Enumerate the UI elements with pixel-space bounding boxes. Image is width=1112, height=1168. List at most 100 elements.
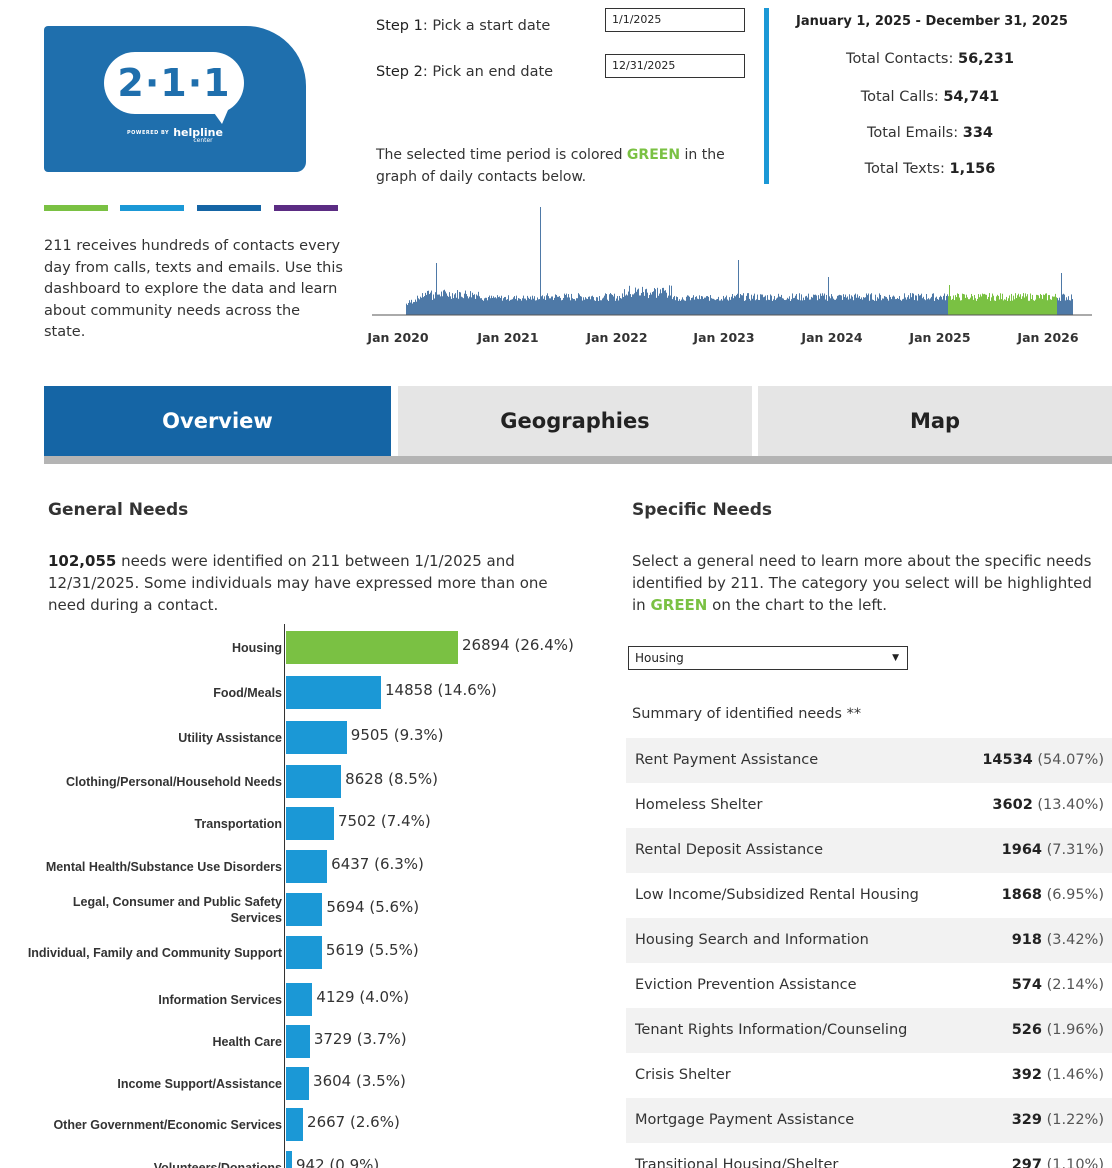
start-date-input[interactable]: 1/1/2025: [605, 8, 745, 32]
brand-color-bars: [44, 205, 340, 211]
bar-value-label: 8628 (8.5%): [345, 770, 438, 788]
general-needs-total: 102,055: [48, 552, 117, 570]
specific-need-name: Housing Search and Information: [635, 932, 869, 948]
total-texts-value: 1,156: [949, 161, 996, 177]
specific-need-count: 1964: [1001, 842, 1042, 858]
brand-bar-light-blue: [120, 205, 184, 211]
table-row[interactable]: Crisis Shelter 392 (1.46%): [626, 1053, 1112, 1098]
bar-utility-assistance[interactable]: [286, 721, 347, 754]
brand-bar-green: [44, 205, 108, 211]
general-needs-summary-text: needs were identified on 211 between 1/1…: [48, 552, 548, 614]
date-range-label: January 1, 2025 - December 31, 2025: [796, 14, 1068, 29]
specific-need-name: Homeless Shelter: [635, 797, 763, 813]
specific-need-count: 14534: [982, 752, 1033, 768]
specific-need-name: Tenant Rights Information/Counseling: [635, 1022, 908, 1038]
daily-contacts-timeline[interactable]: Jan 2020 Jan 2021 Jan 2022 Jan 2023 Jan 2024…: [367, 200, 1092, 360]
specific-need-value: 918 (3.42%): [1012, 918, 1104, 963]
logo-brand-sub: center: [193, 137, 213, 144]
bar-volunteers-donations[interactable]: [286, 1151, 293, 1168]
specific-need-percent: (7.31%): [1042, 842, 1104, 858]
table-row[interactable]: Rent Payment Assistance 14534 (54.07%): [626, 738, 1112, 783]
tab-overview[interactable]: Overview: [44, 386, 391, 456]
selected-period-note: The selected time period is colored GREE…: [376, 144, 756, 188]
specific-need-percent: (1.10%): [1042, 1157, 1104, 1168]
specific-need-value: 14534 (54.07%): [982, 738, 1104, 783]
logo-tagline: POWERED BY helpline center: [44, 126, 306, 144]
bar-category-label: Utility Assistance: [178, 730, 282, 745]
bar-clothing-personal-household-needs[interactable]: [286, 765, 342, 798]
specific-need-value: 574 (2.14%): [1012, 963, 1104, 1008]
timeline-tick-label: Jan 2024: [801, 330, 863, 345]
dashboard-tabs: Overview Geographies Map: [44, 386, 1112, 464]
bar-category-label: Mental Health/Substance Use Disorders: [45, 859, 282, 874]
tab-map[interactable]: Map: [758, 386, 1112, 456]
table-row[interactable]: Eviction Prevention Assistance 574 (2.14%…: [626, 963, 1112, 1008]
specific-need-percent: (54.07%): [1032, 752, 1104, 768]
table-row[interactable]: Homeless Shelter 3602 (13.40%): [626, 783, 1112, 828]
tab-geographies[interactable]: Geographies: [398, 386, 752, 456]
bar-value-label: 3729 (3.7%): [313, 1030, 407, 1048]
bar-other-government-economic-services[interactable]: [286, 1108, 304, 1141]
table-row[interactable]: Mortgage Payment Assistance 329 (1.22%): [626, 1098, 1112, 1143]
bar-value-label: 942 (0.9%): [296, 1156, 380, 1168]
table-row[interactable]: Tenant Rights Information/Counseling 526 …: [626, 1008, 1112, 1053]
sn-desc-post: on the chart to the left.: [707, 596, 888, 614]
bar-category-label: Legal, Consumer and Public Safety Servic…: [72, 894, 282, 925]
specific-need-name: Low Income/Subsidized Rental Housing: [635, 887, 919, 903]
specific-need-value: 3602 (13.40%): [992, 783, 1104, 828]
logo-211-bubble: 2·1·1: [104, 52, 244, 124]
logo-powered-by: POWERED BY: [127, 130, 170, 136]
bar-legal-consumer-and-public-safety-services[interactable]: [286, 893, 323, 926]
total-calls-label: Total Calls:: [860, 89, 944, 105]
bar-value-label: 5694 (5.6%): [326, 898, 420, 916]
bar-category-label: Clothing/Personal/Household Needs: [66, 774, 282, 789]
bar-category-label: Transportation: [194, 816, 282, 831]
table-row[interactable]: Transitional Housing/Shelter 297 (1.10%): [626, 1143, 1112, 1168]
bar-income-support-assistance[interactable]: [286, 1067, 310, 1100]
step-1-text: : Pick a start date: [422, 18, 551, 34]
total-contacts-label: Total Contacts:: [846, 51, 958, 67]
bar-value-label: 9505 (9.3%): [350, 726, 444, 744]
bar-category-label: Income Support/Assistance: [117, 1076, 282, 1091]
daily-contacts-sparkline[interactable]: [372, 200, 1092, 325]
specific-need-count: 526: [1011, 1022, 1042, 1038]
tabs-underline: [44, 456, 1112, 464]
timeline-tick-label: Jan 2020: [367, 330, 429, 345]
general-need-select[interactable]: Housing ▼: [628, 646, 908, 670]
total-contacts: Total Contacts: 56,231: [772, 51, 1088, 67]
specific-needs-title: Specific Needs: [632, 500, 773, 520]
total-emails-label: Total Emails:: [866, 125, 963, 141]
bar-health-care[interactable]: [286, 1025, 310, 1058]
end-date-input[interactable]: 12/31/2025: [605, 54, 745, 78]
table-row[interactable]: Rental Deposit Assistance 1964 (7.31%): [626, 828, 1112, 873]
bar-category-label: Volunteers/Donations: [153, 1160, 282, 1168]
bar-housing[interactable]: [286, 631, 458, 664]
bar-transportation[interactable]: [286, 807, 334, 840]
timeline-tick-label: Jan 2021: [477, 330, 539, 345]
bar-category-label: Food/Meals: [213, 685, 282, 700]
specific-need-name: Rental Deposit Assistance: [635, 842, 824, 858]
bar-mental-health-substance-use-disorders[interactable]: [286, 850, 328, 883]
total-contacts-value: 56,231: [957, 51, 1014, 67]
specific-need-count: 329: [1011, 1112, 1042, 1128]
bar-information-services[interactable]: [286, 983, 313, 1016]
specific-need-value: 297 (1.10%): [1012, 1143, 1104, 1168]
step-2-label: Step 2: [376, 64, 423, 80]
specific-need-percent: (1.46%): [1042, 1067, 1104, 1083]
general-needs-title: General Needs: [48, 500, 189, 520]
total-texts: Total Texts: 1,156: [772, 161, 1088, 177]
specific-need-value: 1964 (7.31%): [1002, 828, 1104, 873]
bar-food-meals[interactable]: [286, 676, 382, 709]
bar-value-label: 4129 (4.0%): [316, 988, 410, 1006]
summary-title: Summary of identified needs **: [632, 706, 862, 722]
timeline-tick-label: Jan 2023: [693, 330, 755, 345]
total-emails: Total Emails: 334: [772, 125, 1088, 141]
step-1-label: Step 1: [376, 18, 423, 34]
specific-need-value: 526 (1.96%): [1012, 1008, 1104, 1053]
header-divider: [764, 8, 769, 184]
table-row[interactable]: Low Income/Subsidized Rental Housing 1868…: [626, 873, 1112, 918]
bar-category-label: Housing: [232, 640, 282, 655]
bar-individual-family-and-community-support[interactable]: [286, 936, 322, 969]
table-row[interactable]: Housing Search and Information 918 (3.42%…: [626, 918, 1112, 963]
note-pre: The selected time period is colored: [376, 147, 627, 163]
